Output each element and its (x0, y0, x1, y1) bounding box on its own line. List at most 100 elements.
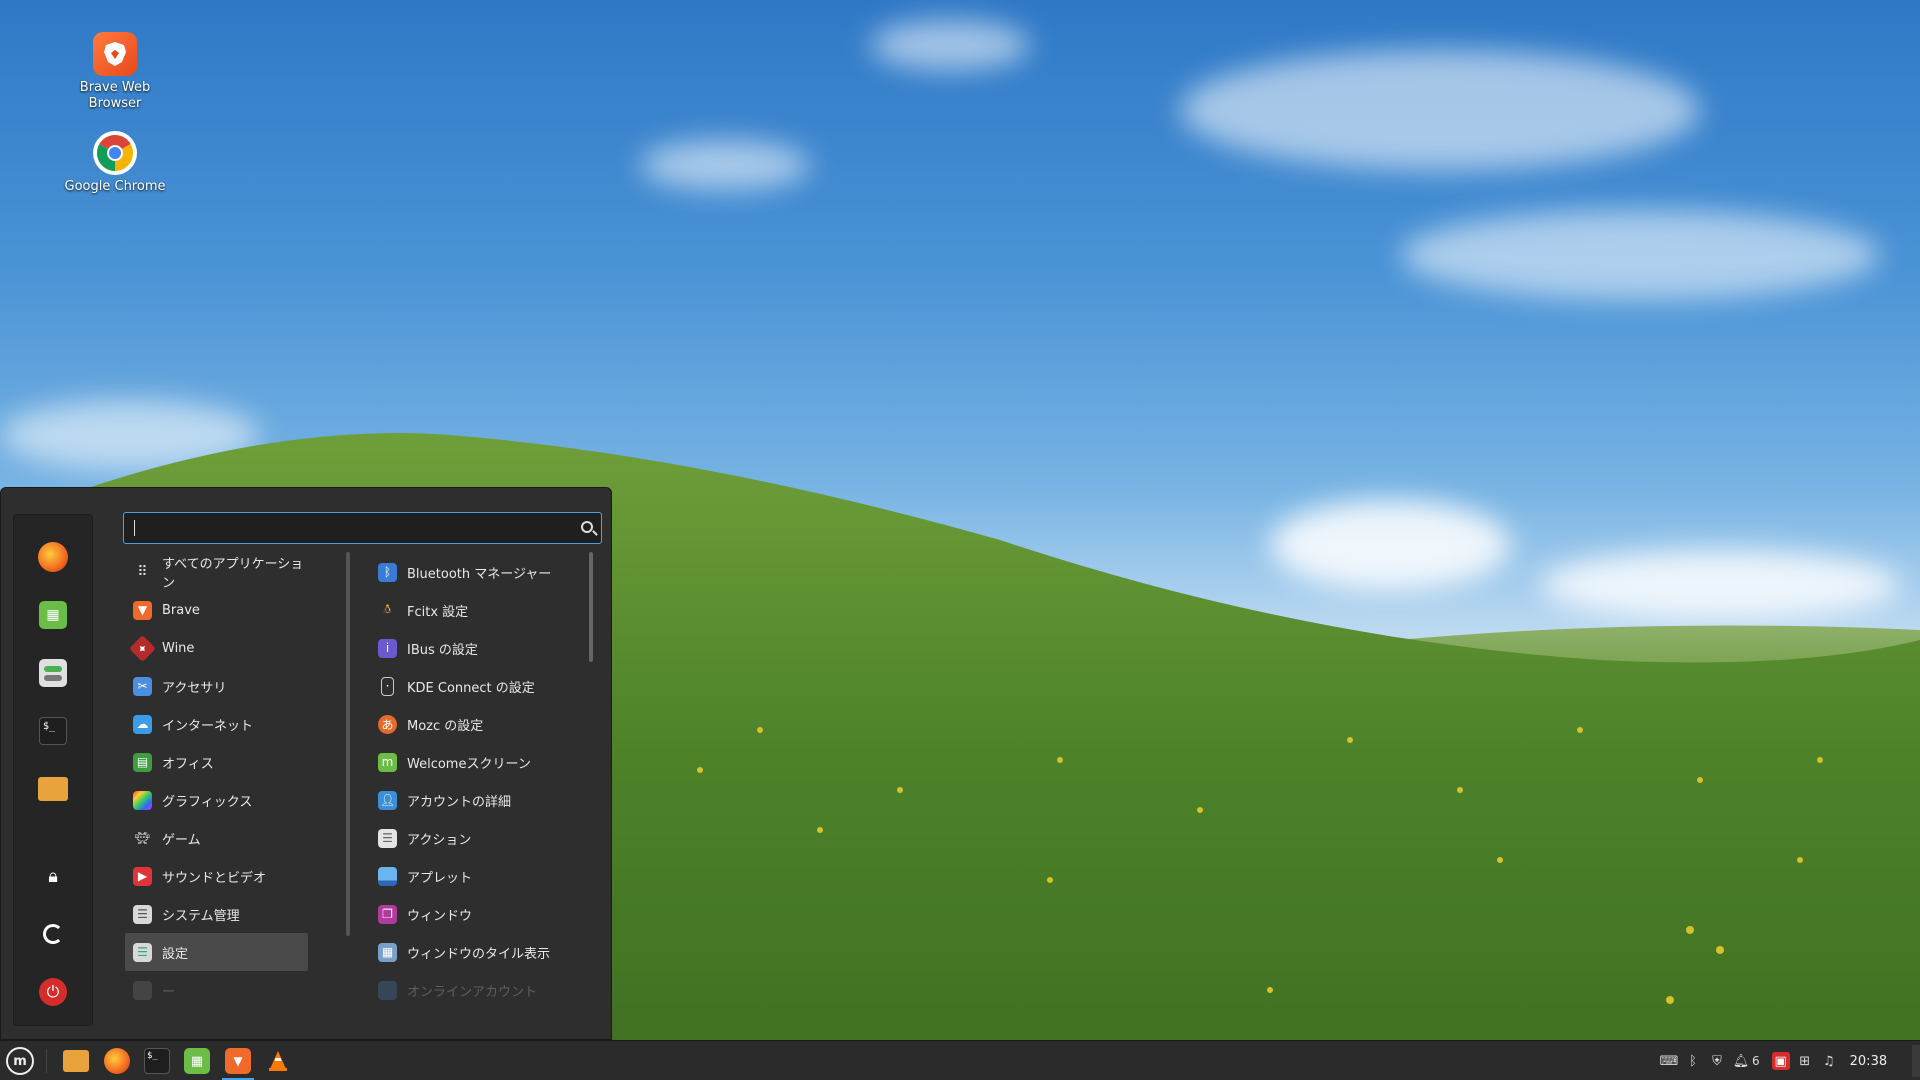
launcher-files[interactable] (60, 1045, 92, 1077)
app-mozc-settings[interactable]: あ Mozc の設定 (370, 705, 590, 743)
info-icon: i (378, 638, 397, 658)
wine-icon: ✦ (129, 634, 156, 662)
app-label: Bluetooth マネージャー (407, 566, 552, 582)
launcher-calculator[interactable]: ▦ (181, 1045, 213, 1077)
shield-icon[interactable]: ⛨ (1708, 1052, 1726, 1070)
app-account-details[interactable]: 👤︎ アカウントの詳細 (370, 781, 590, 819)
app-ibus-settings[interactable]: i IBus の設定 (370, 629, 590, 667)
favorite-firefox[interactable] (34, 538, 72, 576)
logout-button[interactable] (34, 915, 72, 953)
applet-icon (378, 866, 397, 886)
category-label: インターネット (162, 718, 254, 734)
category-label: Wine (162, 640, 195, 656)
firefox-icon (104, 1048, 130, 1074)
update-manager-icon[interactable]: ▣ (1771, 1052, 1790, 1070)
category-preferences[interactable]: ☰ 設定 (125, 933, 308, 971)
favorite-files[interactable] (34, 770, 72, 808)
lock-screen-button[interactable]: 🔒︎ (34, 857, 72, 895)
favorite-settings[interactable] (34, 654, 72, 692)
grid-icon: ⠿ (137, 564, 148, 580)
app-label: Welcomeスクリーン (407, 756, 531, 772)
favorite-calculator[interactable]: ▦ (34, 596, 72, 634)
penguin-icon: 🐧︎ (383, 602, 392, 616)
category-label: Brave (162, 602, 200, 618)
text-caret (134, 520, 135, 536)
graphics-icon (133, 790, 152, 810)
system-admin-icon: ☰ (133, 904, 152, 924)
category-internet[interactable]: ☁ インターネット (125, 705, 308, 743)
launcher-brave[interactable]: ▼ (222, 1045, 254, 1077)
vlc-cone-icon (265, 1048, 291, 1074)
account-icon: 👤︎ (378, 790, 397, 810)
app-label: KDE Connect の設定 (407, 680, 535, 696)
notifications-icon[interactable]: 🔔︎ (1732, 1052, 1750, 1070)
app-actions[interactable]: ☰ アクション (370, 819, 590, 857)
menu-button[interactable]: m (4, 1045, 36, 1077)
office-icon: ▤ (133, 752, 152, 772)
launcher-firefox[interactable] (101, 1045, 133, 1077)
app-label: オンラインアカウント (407, 984, 538, 1000)
category-accessories[interactable]: ✂ アクセサリ (125, 667, 308, 705)
category-sound-video[interactable]: ▶ サウンドとビデオ (125, 857, 308, 895)
show-desktop-button[interactable] (1912, 1045, 1920, 1077)
online-accounts-icon (378, 980, 397, 1000)
search-input[interactable] (123, 512, 602, 544)
game-invader-icon: 👾︎ (134, 831, 151, 845)
app-kde-connect-settings[interactable]: · KDE Connect の設定 (370, 667, 590, 705)
settings-icon: ☰ (133, 942, 152, 962)
category-graphics[interactable]: グラフィックス (125, 781, 308, 819)
calculator-icon: ▦ (184, 1048, 210, 1074)
more-icon (133, 980, 152, 1000)
category-brave[interactable]: ▼ Brave (125, 591, 308, 629)
app-bluetooth-manager[interactable]: ᛒ Bluetooth マネージャー (370, 553, 590, 591)
app-label: Mozc の設定 (407, 718, 484, 734)
clock[interactable]: 20:38 (1850, 1054, 1887, 1069)
app-label: ウィンドウ (407, 908, 473, 924)
desktop-icon-chrome[interactable]: Google Chrome (60, 131, 170, 195)
network-icon[interactable]: ⊞ (1796, 1052, 1814, 1070)
favorite-terminal[interactable]: $_ (34, 712, 72, 750)
chrome-icon (93, 131, 137, 175)
desktop-icon-label: Brave Web Browser (79, 80, 151, 111)
keyboard-icon[interactable]: ⌨ (1660, 1052, 1679, 1070)
category-games[interactable]: 👾︎ ゲーム (125, 819, 308, 857)
app-label: アクション (407, 832, 472, 848)
logout-icon (43, 924, 63, 944)
app-online-accounts[interactable]: オンラインアカウント (370, 971, 590, 1009)
internet-cloud-icon: ☁ (133, 714, 152, 734)
desktop-icon-label: Google Chrome (64, 179, 166, 194)
launcher-vlc[interactable] (262, 1045, 294, 1077)
lock-icon: 🔒︎ (48, 865, 58, 887)
bluetooth-icon[interactable]: ᛒ (1684, 1052, 1702, 1070)
app-label: ウィンドウのタイル表示 (407, 946, 551, 962)
category-wine[interactable]: ✦ Wine (125, 629, 308, 667)
category-all-applications[interactable]: ⠿ すべてのアプリケーション (125, 553, 308, 591)
brave-lion-icon: ▼ (133, 600, 152, 620)
category-divider (346, 552, 350, 936)
launcher-terminal[interactable]: $_ (141, 1045, 173, 1077)
mint-welcome-icon: m (378, 752, 397, 772)
folder-icon (38, 777, 68, 801)
app-fcitx-settings[interactable]: 🐧︎ Fcitx 設定 (370, 591, 590, 629)
power-icon: ⏻ (39, 978, 67, 1006)
category-administration[interactable]: ☰ システム管理 (125, 895, 308, 933)
app-welcome-screen[interactable]: m Welcomeスクリーン (370, 743, 590, 781)
app-windows[interactable]: ❐ ウィンドウ (370, 895, 590, 933)
category-label: アクセサリ (162, 680, 227, 696)
shutdown-button[interactable]: ⏻ (34, 973, 72, 1011)
app-list-scrollbar[interactable] (589, 552, 593, 662)
category-list: ⠿ すべてのアプリケーション ▼ Brave ✦ Wine ✂ アクセサリ ☁ インターネ… (125, 553, 308, 1009)
app-label: アプレット (407, 870, 473, 886)
mint-logo-icon: m (6, 1047, 34, 1075)
category-office[interactable]: ▤ オフィス (125, 743, 308, 781)
notifications-count: 6 (1752, 1054, 1760, 1068)
category-more[interactable]: ー (125, 971, 308, 1009)
desktop-icon-brave[interactable]: Brave Web Browser (60, 32, 170, 112)
actions-icon: ☰ (378, 828, 397, 848)
category-label: サウンドとビデオ (162, 870, 267, 886)
app-window-tiling[interactable]: ▦ ウィンドウのタイル表示 (370, 933, 590, 971)
sound-icon[interactable]: ♫ (1820, 1052, 1838, 1070)
category-label: オフィス (162, 756, 214, 772)
app-applets[interactable]: アプレット (370, 857, 590, 895)
brave-lion-icon (93, 32, 137, 76)
